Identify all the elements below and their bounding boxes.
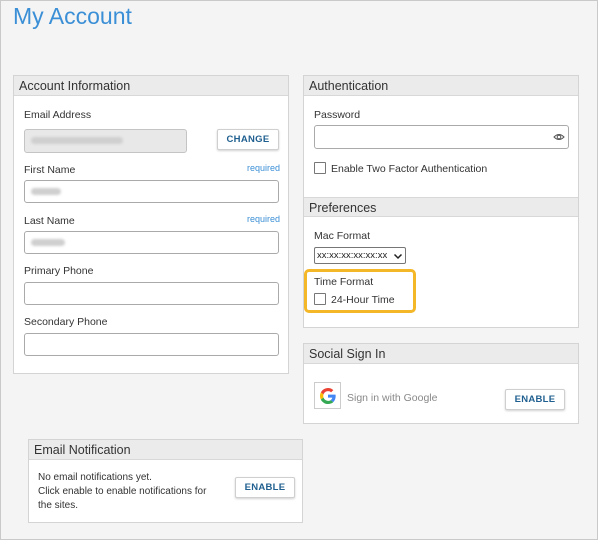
- password-label: Password: [314, 109, 361, 121]
- google-icon: [319, 387, 336, 404]
- two-factor-checkbox[interactable]: [314, 162, 326, 174]
- change-email-button[interactable]: CHANGE: [217, 129, 279, 150]
- social-sign-in-panel: Social Sign In Sign in with Google ENABL…: [303, 343, 579, 424]
- secondary-phone-field[interactable]: [24, 333, 279, 356]
- email-address-value-redacted: [31, 137, 123, 144]
- email-notification-line-1: No email notifications yet.: [38, 472, 152, 483]
- last-name-required: required: [247, 214, 281, 224]
- secondary-phone-label: Secondary Phone: [24, 316, 108, 328]
- google-sign-in-label: Sign in with Google: [347, 392, 438, 404]
- password-field[interactable]: [314, 125, 569, 149]
- email-notification-line-2: Click enable to enable notifications for: [38, 486, 207, 497]
- preferences-header: Preferences: [304, 197, 578, 217]
- chevron-down-icon: [393, 251, 403, 261]
- email-notification-line-3: the sites.: [38, 500, 79, 511]
- email-notification-enable-button[interactable]: ENABLE: [235, 477, 295, 498]
- mac-format-label: Mac Format: [314, 230, 371, 242]
- google-logo-box: [314, 382, 341, 409]
- google-enable-button[interactable]: ENABLE: [505, 389, 565, 410]
- eye-icon[interactable]: [553, 131, 565, 143]
- email-address-label: Email Address: [24, 109, 92, 121]
- authentication-header: Authentication: [304, 76, 578, 96]
- account-information-header: Account Information: [14, 76, 288, 96]
- time-format-highlight: [304, 269, 416, 313]
- email-address-field[interactable]: [24, 129, 187, 153]
- account-information-panel: Account Information Email Address CHANGE…: [13, 75, 289, 374]
- first-name-label: First Name: [24, 164, 76, 176]
- last-name-value-redacted: [31, 239, 65, 246]
- first-name-required: required: [247, 163, 281, 173]
- mac-format-select[interactable]: xx:xx:xx:xx:xx:xx: [314, 247, 406, 264]
- two-factor-label: Enable Two Factor Authentication: [331, 163, 488, 175]
- last-name-label: Last Name: [24, 215, 75, 227]
- email-notification-panel: Email Notification No email notification…: [28, 439, 303, 523]
- first-name-field[interactable]: [24, 180, 279, 203]
- email-notification-header: Email Notification: [29, 440, 302, 460]
- primary-phone-label: Primary Phone: [24, 265, 94, 277]
- last-name-field[interactable]: [24, 231, 279, 254]
- social-sign-in-header: Social Sign In: [304, 344, 578, 364]
- first-name-value-redacted: [31, 188, 61, 195]
- page-title: My Account: [13, 3, 132, 29]
- mac-format-value: xx:xx:xx:xx:xx:xx: [317, 250, 388, 261]
- primary-phone-field[interactable]: [24, 282, 279, 305]
